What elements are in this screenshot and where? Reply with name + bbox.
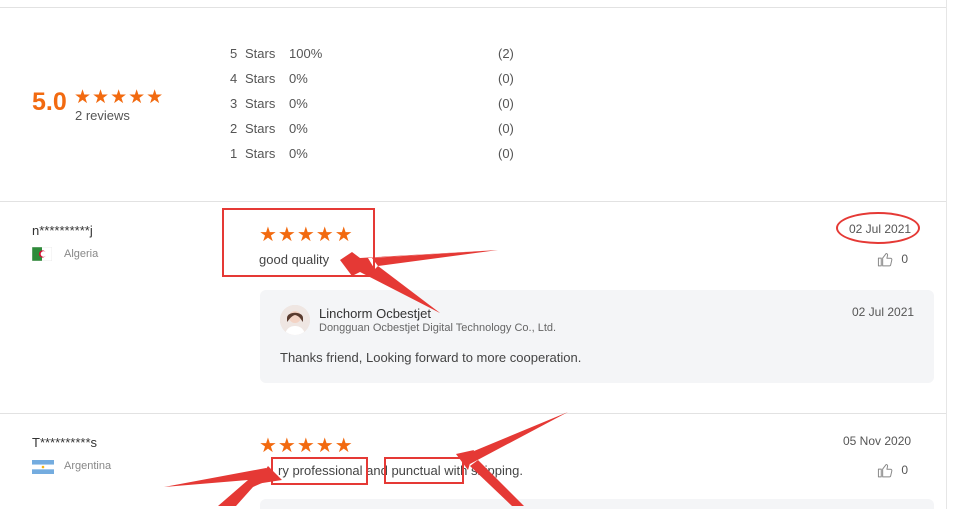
- seller-avatar: [280, 305, 310, 335]
- annotation-box-professional: [271, 457, 368, 485]
- review-stars: ★★★★★: [259, 435, 354, 457]
- histogram-star-unit: Stars: [245, 146, 276, 161]
- reply-text: Thanks friend, Looking forward to more c…: [280, 350, 582, 365]
- histogram-count: (0): [498, 96, 514, 111]
- reviewer-country: Argentina: [64, 460, 112, 472]
- like-count: 0: [901, 251, 909, 266]
- thumbs-up-icon: [877, 463, 893, 478]
- histogram-star-label: 2: [230, 121, 238, 136]
- average-score: 5.0: [32, 88, 67, 116]
- flag-argentina-icon: [32, 460, 54, 474]
- histogram-count: (0): [498, 121, 514, 136]
- reviewer-country: Algeria: [64, 248, 99, 260]
- histogram-star-label: 1: [230, 146, 238, 161]
- flag-algeria-icon: [31, 246, 53, 262]
- seller-company: Dongguan Ocbestjet Digital Technology Co…: [319, 322, 557, 334]
- seller-reply-partial: [260, 499, 934, 509]
- annotation-box-punctual: [384, 457, 464, 484]
- review-divider: [0, 413, 946, 414]
- histogram-percent: 100%: [289, 46, 323, 61]
- histogram-count: (0): [498, 146, 514, 161]
- reply-date: 02 Jul 2021: [852, 305, 915, 319]
- annotation-arrows: [164, 250, 568, 506]
- histogram-star-unit: Stars: [245, 121, 276, 136]
- thumbs-up-icon: [877, 252, 893, 267]
- histogram-star-label: 4: [230, 71, 238, 86]
- annotation-ellipse-date: [836, 212, 920, 244]
- annotation-box-rating: [222, 208, 375, 277]
- like-button[interactable]: 0: [877, 251, 908, 268]
- review-count: 2 reviews: [75, 108, 130, 123]
- histogram-count: (2): [498, 46, 514, 61]
- reviewer-name: T**********s: [32, 435, 98, 450]
- histogram-percent: 0%: [289, 146, 308, 161]
- like-count: 0: [901, 462, 909, 477]
- review-date: 05 Nov 2020: [843, 434, 912, 448]
- histogram-star-unit: Stars: [245, 96, 276, 111]
- histogram-star-label: 3: [230, 96, 238, 111]
- like-button[interactable]: 0: [877, 462, 908, 479]
- histogram-count: (0): [498, 71, 514, 86]
- top-divider: [0, 7, 946, 8]
- histogram-star-unit: Stars: [245, 71, 276, 86]
- histogram-star-label: 5: [230, 46, 238, 61]
- histogram-star-unit: Stars: [245, 46, 276, 61]
- seller-reply: Linchorm Ocbestjet Dongguan Ocbestjet Di…: [260, 290, 934, 383]
- average-stars: ★★★★★: [74, 87, 165, 108]
- reviewer-name: n**********j: [32, 223, 93, 238]
- right-border: [946, 0, 947, 509]
- histogram-percent: 0%: [289, 71, 308, 86]
- histogram-percent: 0%: [289, 96, 308, 111]
- histogram-percent: 0%: [289, 121, 308, 136]
- seller-name: Linchorm Ocbestjet: [319, 306, 431, 321]
- summary-divider: [0, 201, 946, 202]
